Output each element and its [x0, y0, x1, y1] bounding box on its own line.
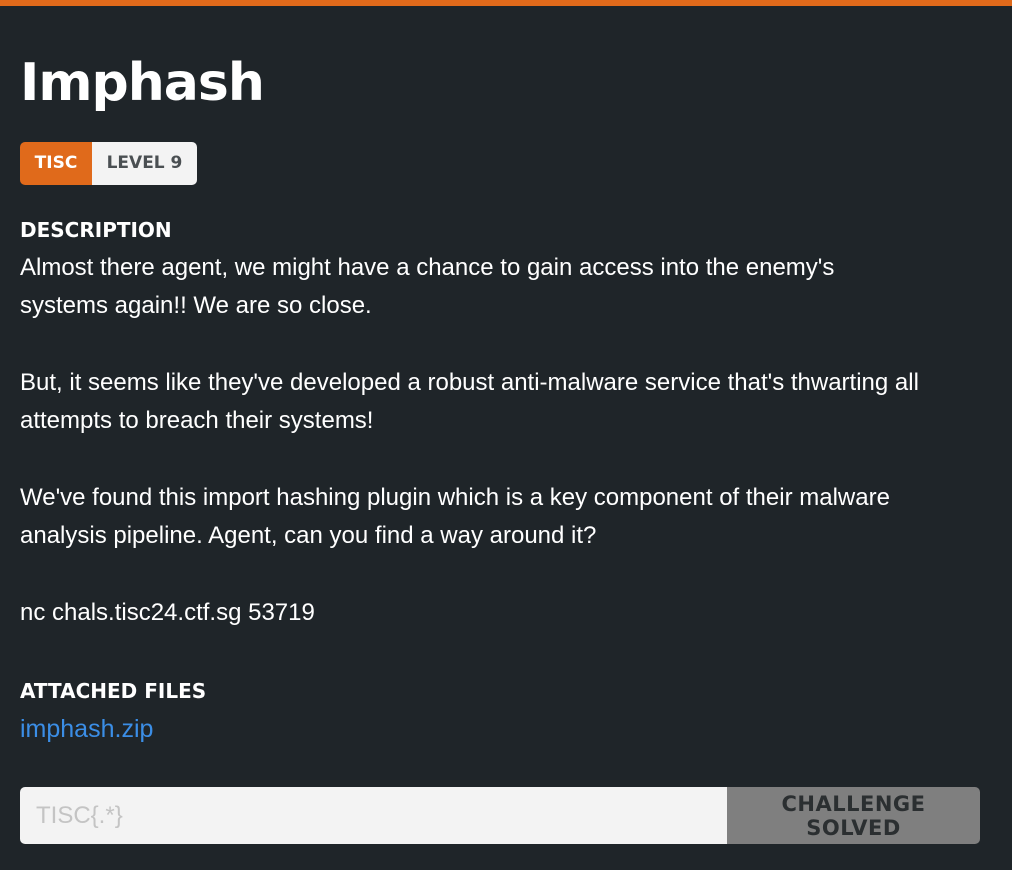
attached-files-heading: ATTACHED FILES: [20, 679, 207, 703]
description-body: Almost there agent, we might have a chan…: [20, 249, 1000, 671]
challenge-solved-button[interactable]: CHALLENGE SOLVED: [727, 787, 980, 844]
challenge-title: Imphash: [20, 53, 265, 113]
challenge-tags: TISC LEVEL 9: [20, 142, 197, 185]
description-paragraph: Almost there agent, we might have a chan…: [20, 254, 835, 319]
flag-submit-form: CHALLENGE SOLVED: [20, 787, 980, 844]
description-paragraph: But, it seems like they've developed a r…: [20, 369, 919, 434]
description-heading: DESCRIPTION: [20, 218, 172, 242]
description-paragraph: We've found this import hashing plugin w…: [20, 484, 890, 549]
level-badge: LEVEL 9: [92, 142, 197, 185]
attachment-link[interactable]: imphash.zip: [20, 711, 153, 747]
flag-input[interactable]: [20, 787, 727, 844]
connection-command: nc chals.tisc24.ctf.sg 53719: [20, 599, 315, 626]
category-badge: TISC: [20, 142, 92, 185]
